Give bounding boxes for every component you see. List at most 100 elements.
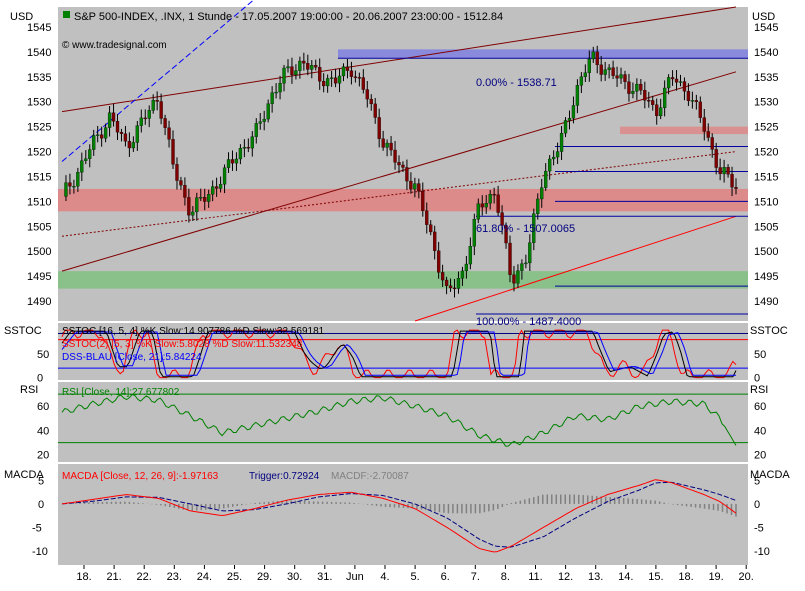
candle-up bbox=[191, 211, 195, 216]
candle-up bbox=[413, 183, 417, 190]
candle-up bbox=[80, 160, 84, 173]
candle-down bbox=[615, 75, 619, 79]
candle-down bbox=[433, 231, 437, 251]
candle-down bbox=[123, 133, 128, 142]
candle-up bbox=[103, 127, 108, 139]
blue-resistance-zone bbox=[338, 49, 748, 59]
candle-down bbox=[377, 117, 381, 139]
candle-down bbox=[643, 90, 647, 101]
sstoc-tick-left: 50 bbox=[37, 349, 49, 361]
candle-down bbox=[353, 76, 358, 78]
candle-up bbox=[282, 67, 286, 84]
candle-up bbox=[234, 158, 239, 164]
candle-down bbox=[448, 285, 453, 289]
candle-up bbox=[151, 100, 155, 111]
price-tick-right: 1545 bbox=[754, 22, 778, 34]
price-tick-left: 1495 bbox=[27, 271, 51, 283]
candle-up bbox=[528, 242, 532, 264]
x-tick-label: 22. bbox=[137, 571, 152, 583]
candle-down bbox=[179, 180, 183, 186]
candle-up bbox=[603, 69, 607, 75]
candle-up bbox=[555, 151, 560, 158]
candle-down bbox=[436, 250, 441, 273]
x-tick-label: 18. bbox=[678, 571, 693, 583]
candle-up bbox=[72, 186, 76, 188]
candle-down bbox=[734, 187, 738, 189]
candle-down bbox=[444, 279, 449, 286]
candle-down bbox=[175, 164, 179, 181]
candle-up bbox=[341, 66, 346, 77]
candle-down bbox=[647, 100, 651, 102]
rsi-tick-right: 60 bbox=[754, 401, 766, 413]
candle-up bbox=[536, 198, 540, 214]
candle-up bbox=[107, 112, 112, 128]
candle-up bbox=[551, 156, 556, 160]
candle-up bbox=[591, 51, 595, 60]
candle-up bbox=[548, 158, 552, 172]
price-tick-right: 1500 bbox=[754, 246, 778, 258]
x-tick-label: 14. bbox=[618, 571, 633, 583]
price-tick-left: 1500 bbox=[27, 246, 51, 258]
rsi-tick-right: 20 bbox=[754, 450, 766, 462]
candle-down bbox=[452, 287, 457, 290]
candle-down bbox=[655, 104, 659, 117]
candle-up bbox=[218, 184, 223, 189]
unit-left: USD bbox=[10, 11, 33, 23]
candle-down bbox=[508, 242, 512, 275]
candle-up bbox=[84, 158, 88, 161]
x-tick-label: 23. bbox=[167, 571, 182, 583]
candle-down bbox=[706, 131, 710, 138]
price-tick-right: 1505 bbox=[754, 221, 778, 233]
macda-title-right: MACDA bbox=[750, 469, 790, 481]
candle-up bbox=[207, 194, 211, 202]
candle-down bbox=[290, 66, 294, 76]
sstoc-tick-right: 50 bbox=[754, 349, 766, 361]
candle-up bbox=[298, 60, 302, 71]
candle-down bbox=[694, 100, 699, 103]
candle-down bbox=[397, 162, 401, 166]
price-tick-left: 1490 bbox=[27, 296, 51, 308]
candle-down bbox=[246, 147, 250, 149]
candle-down bbox=[417, 183, 421, 192]
macda-title-left: MACDA bbox=[4, 469, 44, 481]
candle-up bbox=[195, 197, 199, 213]
candle-down bbox=[187, 197, 191, 216]
x-tick-label: 11. bbox=[528, 571, 542, 583]
candle-up bbox=[662, 87, 667, 108]
x-tick-label: 25. bbox=[227, 571, 242, 583]
x-tick-label: 19. bbox=[708, 571, 723, 583]
candle-up bbox=[147, 110, 151, 119]
candle-down bbox=[710, 137, 714, 150]
candle-up bbox=[575, 85, 580, 106]
candle-down bbox=[698, 101, 702, 118]
rsi-tick-left: 60 bbox=[37, 401, 49, 413]
x-tick-label: 5. bbox=[411, 571, 420, 583]
candle-up bbox=[238, 148, 243, 160]
rsi-title-left: RSI bbox=[20, 384, 38, 396]
x-tick-label: 18. bbox=[76, 571, 91, 583]
candle-down bbox=[393, 149, 397, 163]
rsi-title-right: RSI bbox=[750, 384, 768, 396]
macda-tick-right: -5 bbox=[754, 522, 764, 534]
macda-tick-right: -10 bbox=[754, 546, 770, 558]
candle-up bbox=[262, 118, 266, 122]
candle-down bbox=[333, 77, 338, 84]
candle-up bbox=[579, 76, 584, 86]
candle-down bbox=[163, 118, 167, 128]
candle-down bbox=[230, 159, 235, 164]
candle-up bbox=[250, 136, 254, 149]
candle-down bbox=[171, 139, 175, 165]
candle-up bbox=[464, 263, 469, 272]
candle-down bbox=[127, 141, 132, 149]
candle-up bbox=[222, 167, 227, 185]
candle-down bbox=[314, 65, 318, 68]
candle-up bbox=[76, 172, 80, 187]
price-tick-left: 1535 bbox=[27, 72, 51, 84]
candle-down bbox=[639, 83, 643, 91]
sstoc-tick-right: 0 bbox=[754, 373, 760, 385]
candle-down bbox=[595, 51, 599, 65]
candle-up bbox=[131, 142, 136, 149]
fib-label-100: 100.00% - 1487.4000 bbox=[476, 316, 581, 328]
candle-down bbox=[322, 81, 326, 87]
candle-down bbox=[389, 142, 393, 151]
